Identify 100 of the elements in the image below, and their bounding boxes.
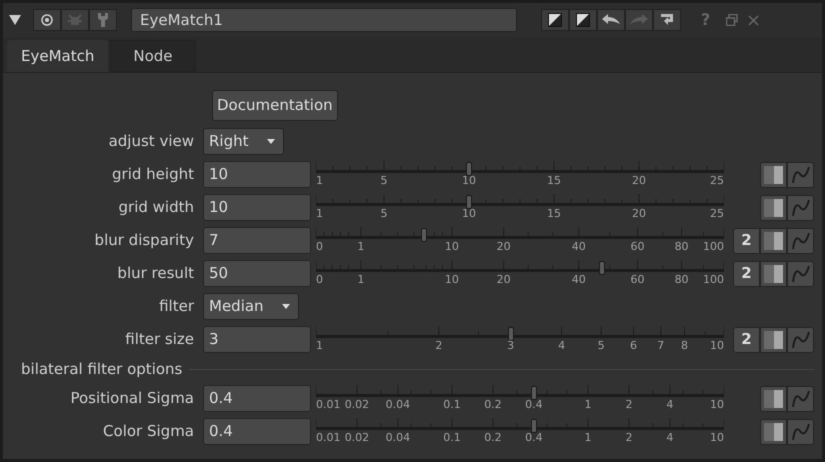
tick-label: 25 [710,206,724,220]
split-toggle-button[interactable] [760,386,787,412]
split-rectangle-icon [764,422,783,440]
value-field[interactable]: 10 [203,194,311,221]
value-field[interactable]: 0.4 [203,385,311,412]
split-toggle-button[interactable] [760,228,787,254]
tick-label: 60 [630,240,644,252]
tick-label: 0.2 [484,398,502,410]
split-rectangle-icon [764,330,783,348]
tick-label: 0.02 [344,398,370,410]
split-toggle-button[interactable] [760,326,787,352]
split-rectangle-icon [764,232,783,250]
slider[interactable]: 0.01 0.02 0.04 0.1 0.2 0.4 1 2 4 10 [316,384,724,414]
field-label: Positional Sigma [70,388,194,410]
tick-label: 0 [316,240,323,252]
split-toggle-button[interactable] [760,418,787,444]
node-name-field[interactable]: EyeMatch1 [131,8,517,32]
slider[interactable]: 0 1 10 20 40 60 80 100 [316,226,724,256]
target-button[interactable] [33,9,61,31]
value-field[interactable]: 3 [203,326,311,353]
tick-label: 1 [316,206,323,220]
tick-label: 1 [357,272,364,286]
slider[interactable]: 0 1 10 20 40 60 80 100 [316,258,724,288]
tick-label: 10 [710,398,724,410]
slider-thumb[interactable] [530,418,537,432]
split-rectangle-icon [764,166,783,184]
value-field[interactable]: 0.4 [203,418,311,445]
dropdown[interactable]: Median [203,293,299,320]
split-view-button[interactable] [541,9,569,31]
tick-label: 1 [316,338,323,352]
curve-icon [792,166,810,184]
tick-label: 2 [435,338,442,352]
slider-thumb[interactable] [530,386,537,400]
tab[interactable]: Node [110,40,196,72]
slider[interactable]: 1 5 10 15 20 25 [316,160,724,190]
slider[interactable]: 1 2 3 4 5 6 7 8 10 [316,324,724,354]
split-view-button[interactable] [569,9,597,31]
split-toggle-button[interactable] [760,162,787,188]
field-label: grid width [118,197,194,218]
slider-thumb[interactable] [508,326,514,340]
split-toggle-button[interactable] [760,194,787,220]
collapse-triangle-icon[interactable] [9,15,21,25]
split-square-icon [576,13,590,27]
slider-thumb[interactable] [466,194,472,208]
close-icon[interactable] [748,14,760,26]
views-button[interactable]: 2 [733,260,760,286]
dropdown[interactable]: Right [203,128,284,155]
tick-label: 0.1 [443,430,461,444]
wrench-icon [97,13,109,27]
field-label: grid height [112,164,194,186]
tick-label: 10 [444,272,459,286]
tick-label: 4 [666,430,674,444]
slider-thumb[interactable] [598,260,605,274]
tick-label: 1 [584,398,592,410]
tick-label: 0.2 [484,430,502,444]
slider[interactable]: 1 5 10 15 20 25 [316,192,724,222]
curve-icon [792,330,810,348]
dropdown-caret-icon [282,304,290,309]
circle-dot-icon [41,14,53,26]
tick-label: 2 [625,430,632,444]
value-field[interactable]: 7 [203,227,311,254]
split-square-icon [548,13,562,27]
tick-label: 100 [703,240,724,252]
tick-label: 15 [547,206,561,220]
slider[interactable]: 0.01 0.02 0.04 0.1 0.2 0.4 1 2 4 10 [316,416,724,446]
tick-label: 0.04 [386,430,410,444]
field-label: filter [159,296,194,318]
undo-button[interactable] [597,9,625,31]
slider-thumb[interactable] [420,228,427,242]
tick-label: 1 [584,430,592,444]
tick-label: 25 [710,174,724,186]
value-field[interactable]: 50 [203,260,311,287]
tick-label: 80 [674,272,689,286]
bug-icon [67,14,83,26]
field-label: blur disparity [94,230,194,252]
tick-label: 1 [316,174,323,186]
tick-label: 5 [380,206,388,220]
views-button[interactable]: 2 [733,326,760,352]
split-toggle-button[interactable] [760,260,787,286]
documentation-button[interactable]: Documentation [212,90,338,120]
split-rectangle-icon [764,264,783,282]
wrench-button[interactable] [89,9,117,31]
tick-label: 0.1 [443,398,461,410]
tick-label: 4 [558,338,566,352]
dropdown-caret-icon [266,139,274,144]
tick-label: 6 [630,338,637,352]
undo-arrow-icon [602,14,620,26]
tick-label: 0 [316,272,323,286]
revert-button[interactable] [653,9,681,31]
tick-label: 5 [380,174,388,186]
restore-window-icon[interactable] [726,14,738,26]
curve-icon [792,422,810,440]
slider-thumb[interactable] [466,162,472,176]
tick-label: 0.04 [386,398,410,410]
views-button[interactable]: 2 [733,228,760,254]
tick-label: 40 [572,240,586,252]
tick-label: 0.01 [316,430,340,444]
tab[interactable]: EyeMatch [7,40,108,72]
value-field[interactable]: 10 [203,161,311,188]
tick-label: 20 [496,272,511,286]
